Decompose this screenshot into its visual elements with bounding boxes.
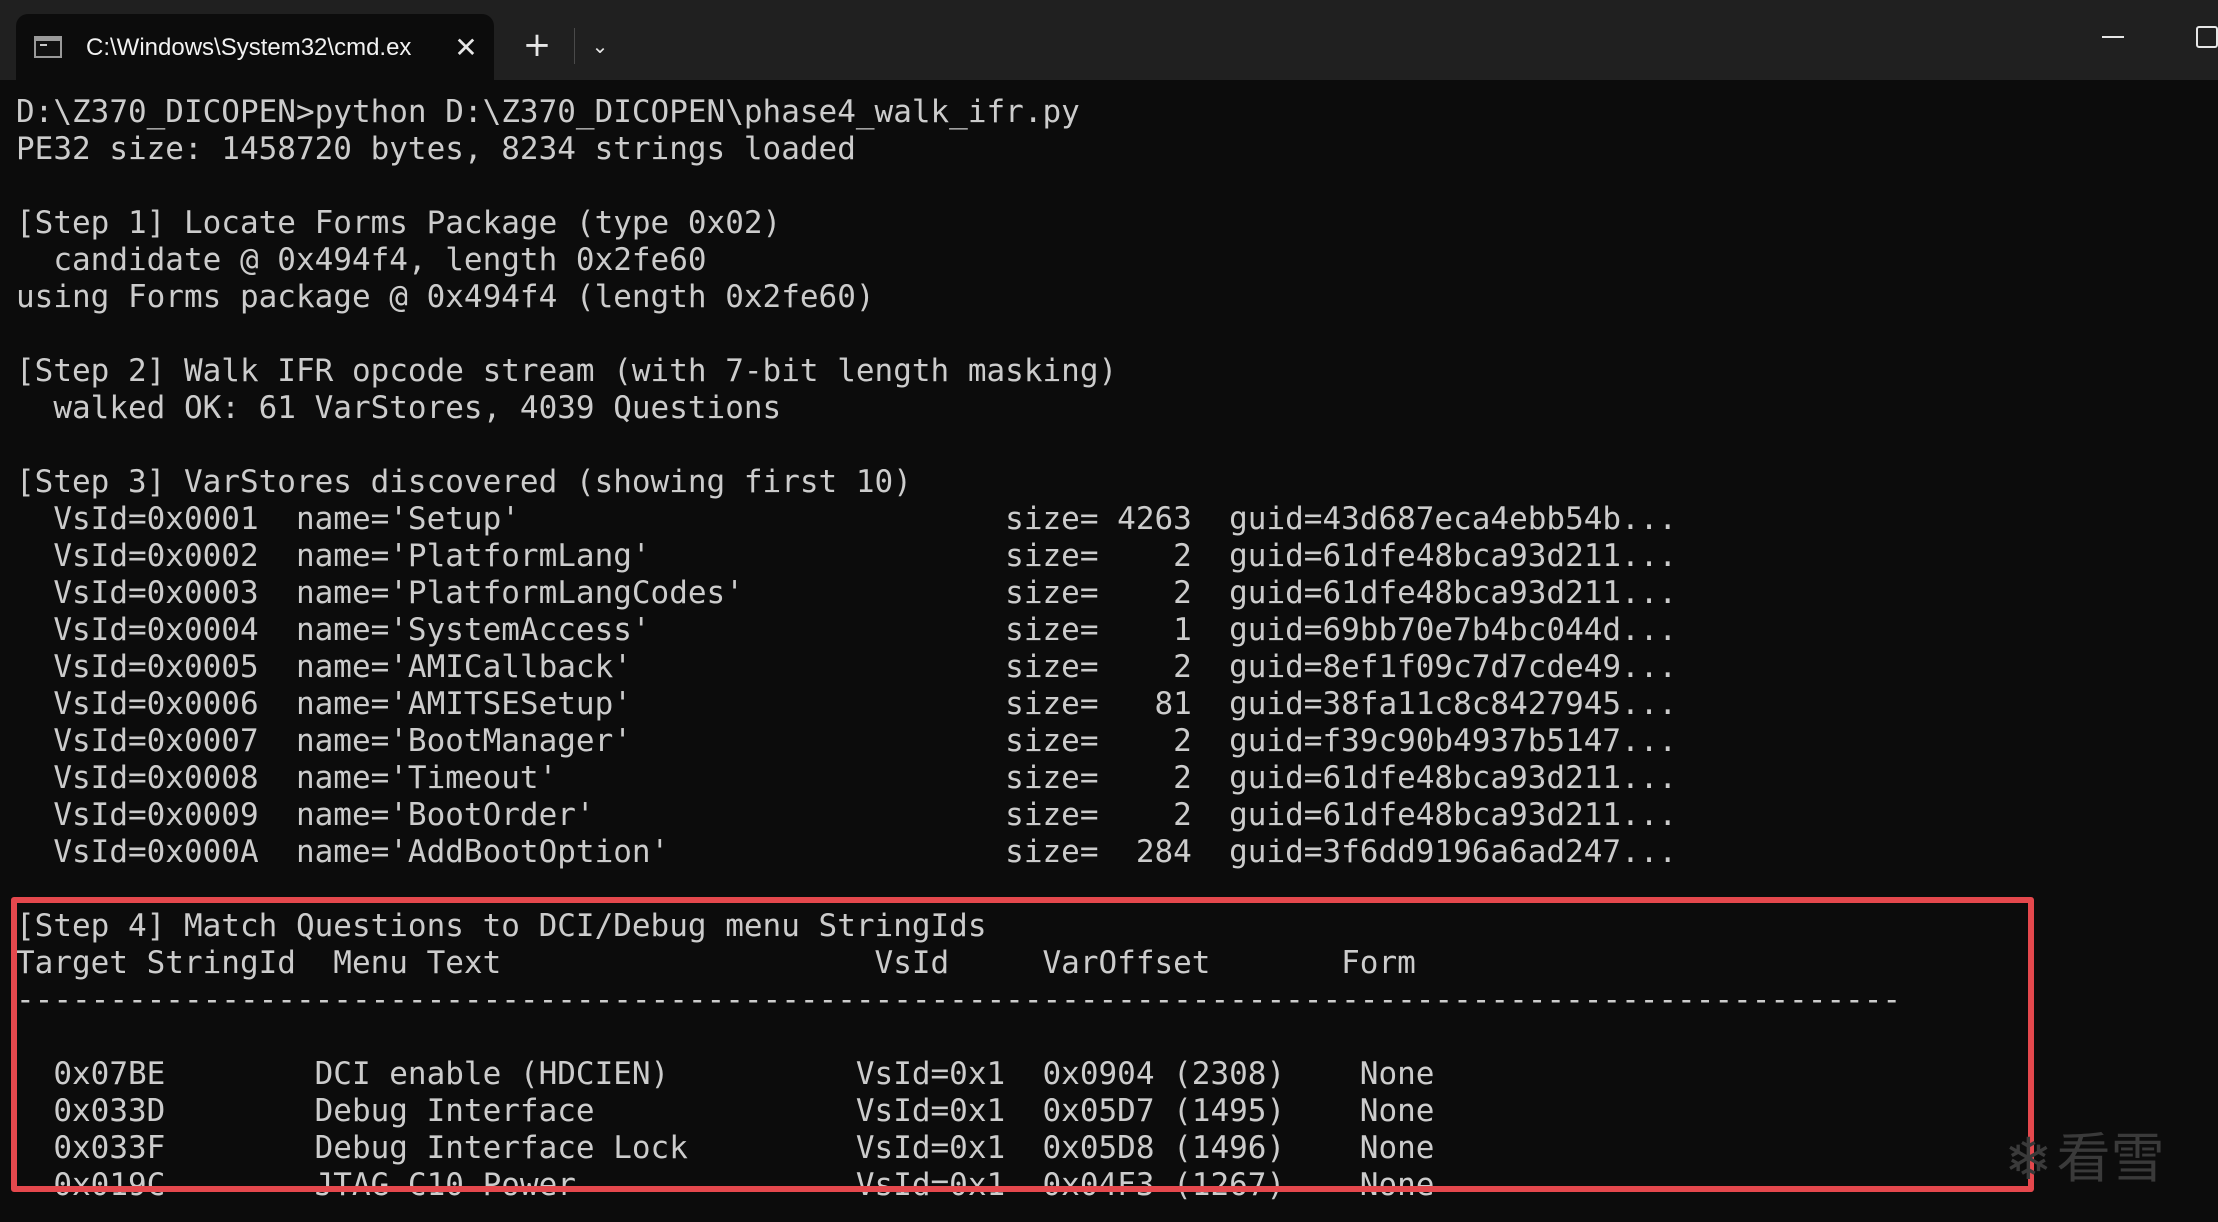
- watermark-logo: ❄看雪: [2004, 1124, 2165, 1194]
- tab-divider: [574, 28, 575, 64]
- tab-title: C:\Windows\System32\cmd.ex: [86, 34, 412, 61]
- terminal-line: VsId=0x0001 name='Setup' size= 4263 guid…: [16, 501, 1678, 537]
- terminal-line: VsId=0x0006 name='AMITSESetup' size= 81 …: [16, 686, 1678, 722]
- terminal-line: [Step 2] Walk IFR opcode stream (with 7-…: [16, 353, 1118, 389]
- highlight-annotation-box: [11, 897, 2034, 1192]
- terminal-line: VsId=0x0009 name='BootOrder' size= 2 gui…: [16, 797, 1678, 833]
- terminal-line: [Step 1] Locate Forms Package (type 0x02…: [16, 205, 782, 241]
- terminal-line: VsId=0x0002 name='PlatformLang' size= 2 …: [16, 538, 1678, 574]
- console-icon: [34, 36, 62, 58]
- snowflake-icon: ❄: [2004, 1125, 2053, 1193]
- terminal-line: VsId=0x0004 name='SystemAccess' size= 1 …: [16, 612, 1678, 648]
- title-bar: C:\Windows\System32\cmd.ex ✕ + ⌄: [0, 0, 2218, 80]
- terminal-line: VsId=0x0003 name='PlatformLangCodes' siz…: [16, 575, 1678, 611]
- terminal-line: walked OK: 61 VarStores, 4039 Questions: [16, 390, 782, 426]
- terminal-line: candidate @ 0x494f4, length 0x2fe60: [16, 242, 707, 278]
- terminal-line: [Step 3] VarStores discovered (showing f…: [16, 464, 912, 500]
- terminal-output[interactable]: D:\Z370_DICOPEN>python D:\Z370_DICOPEN\p…: [0, 80, 2218, 1222]
- chevron-down-icon[interactable]: ⌄: [584, 28, 616, 64]
- minimize-button[interactable]: [2102, 36, 2124, 38]
- terminal-line: VsId=0x0007 name='BootManager' size= 2 g…: [16, 723, 1678, 759]
- terminal-line: VsId=0x0005 name='AMICallback' size= 2 g…: [16, 649, 1678, 685]
- terminal-line: using Forms package @ 0x494f4 (length 0x…: [16, 279, 875, 315]
- terminal-line: VsId=0x000A name='AddBootOption' size= 2…: [16, 834, 1678, 870]
- new-tab-button[interactable]: +: [518, 26, 556, 64]
- close-icon[interactable]: ✕: [450, 32, 482, 64]
- terminal-line: PE32 size: 1458720 bytes, 8234 strings l…: [16, 131, 856, 167]
- watermark-text: 看雪: [2056, 1127, 2165, 1190]
- maximize-button[interactable]: [2196, 26, 2218, 48]
- terminal-line: D:\Z370_DICOPEN>python D:\Z370_DICOPEN\p…: [16, 94, 1080, 130]
- tab-cmd[interactable]: C:\Windows\System32\cmd.ex ✕: [16, 14, 494, 80]
- terminal-line: VsId=0x0008 name='Timeout' size= 2 guid=…: [16, 760, 1678, 796]
